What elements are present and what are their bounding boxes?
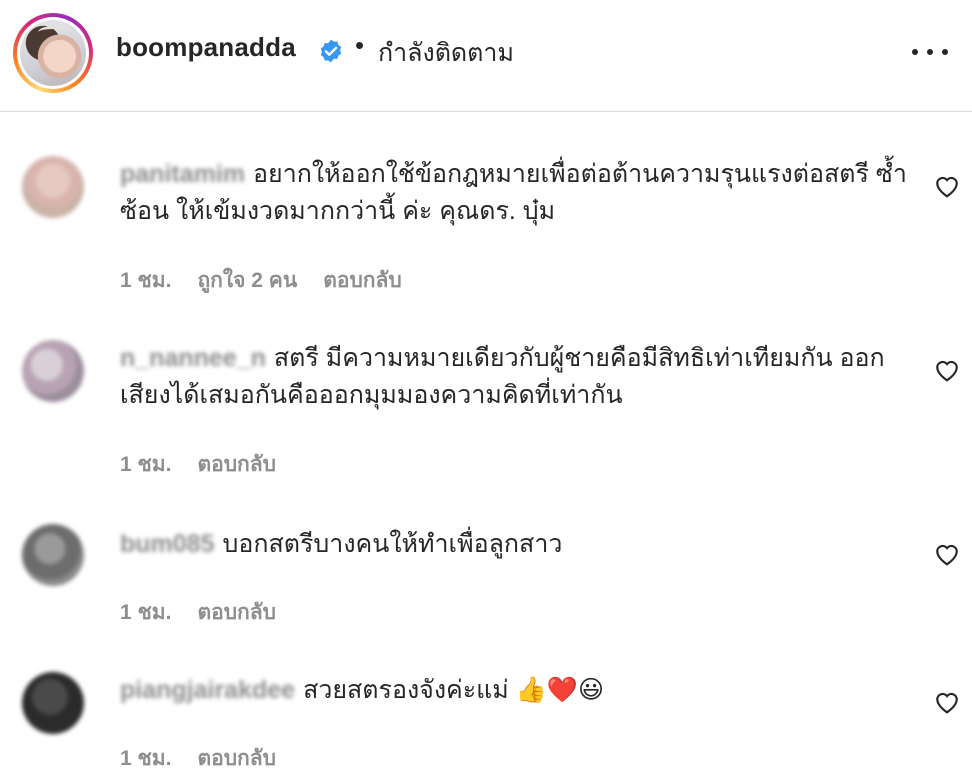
commenter-avatar[interactable]	[22, 672, 84, 734]
verified-badge-icon	[320, 39, 342, 63]
more-dot	[927, 49, 933, 55]
more-dot	[942, 49, 948, 55]
more-dot	[912, 49, 918, 55]
reply-button[interactable]: ตอบกลับ	[197, 448, 276, 481]
separator-dot: •	[355, 30, 365, 60]
comment-likes-count[interactable]: ถูกใจ 2 คน	[197, 264, 297, 297]
comment-meta: 1 ชม. ตอบกลับ	[120, 596, 276, 629]
like-heart-icon[interactable]	[934, 358, 960, 382]
comment-username[interactable]: n_nannee_n	[120, 344, 266, 372]
comment-meta: 1 ชม. ตอบกลับ	[120, 742, 276, 775]
comment-body: panitamim อยากให้ออกใช้ข้อกฎหมายเพื่อต่อต…	[120, 156, 910, 230]
profile-username[interactable]: boompanadda	[116, 32, 296, 63]
comment-username[interactable]: panitamim	[120, 160, 245, 188]
comment-meta: 1 ชม. ตอบกลับ	[120, 448, 276, 481]
like-heart-icon[interactable]	[934, 174, 960, 198]
comment-username[interactable]: piangjairakdee	[120, 676, 295, 704]
comment-body: bum085 บอกสตรีบางคนให้ทำเพื่อลูกสาว	[120, 526, 910, 563]
commenter-avatar[interactable]	[22, 524, 84, 586]
comment-body: piangjairakdee สวยสตรองจังค่ะแม่ 👍❤️😃	[120, 672, 910, 709]
comment-text: สวยสตรองจังค่ะแม่ 👍❤️😃	[303, 676, 605, 704]
reply-button[interactable]: ตอบกลับ	[323, 264, 402, 297]
commenter-avatar[interactable]	[22, 156, 84, 218]
reply-button[interactable]: ตอบกลับ	[197, 742, 276, 775]
more-options-icon[interactable]	[912, 42, 948, 62]
tiara-detail	[38, 26, 68, 39]
follow-status-button[interactable]: กำลังติดตาม	[378, 33, 514, 73]
comment-meta: 1 ชม. ถูกใจ 2 คน ตอบกลับ	[120, 264, 402, 297]
comment-time[interactable]: 1 ชม.	[120, 264, 171, 297]
reply-button[interactable]: ตอบกลับ	[197, 596, 276, 629]
commenter-avatar[interactable]	[22, 340, 84, 402]
comment-time[interactable]: 1 ชม.	[120, 742, 171, 775]
comment-time[interactable]: 1 ชม.	[120, 596, 171, 629]
like-heart-icon[interactable]	[934, 542, 960, 566]
like-heart-icon[interactable]	[934, 690, 960, 714]
comment-username[interactable]: bum085	[120, 530, 214, 558]
comment-body: n_nannee_n สตรี มีความหมายเดียวกับผู้ชายค…	[120, 340, 910, 414]
profile-avatar	[20, 20, 86, 86]
comment-text: บอกสตรีบางคนให้ทำเพื่อลูกสาว	[222, 530, 563, 558]
profile-avatar-story-ring[interactable]	[13, 13, 93, 93]
avatar-ring-gap	[17, 17, 89, 89]
comment-time[interactable]: 1 ชม.	[120, 448, 171, 481]
post-header: boompanadda • กำลังติดตาม	[0, 0, 972, 112]
